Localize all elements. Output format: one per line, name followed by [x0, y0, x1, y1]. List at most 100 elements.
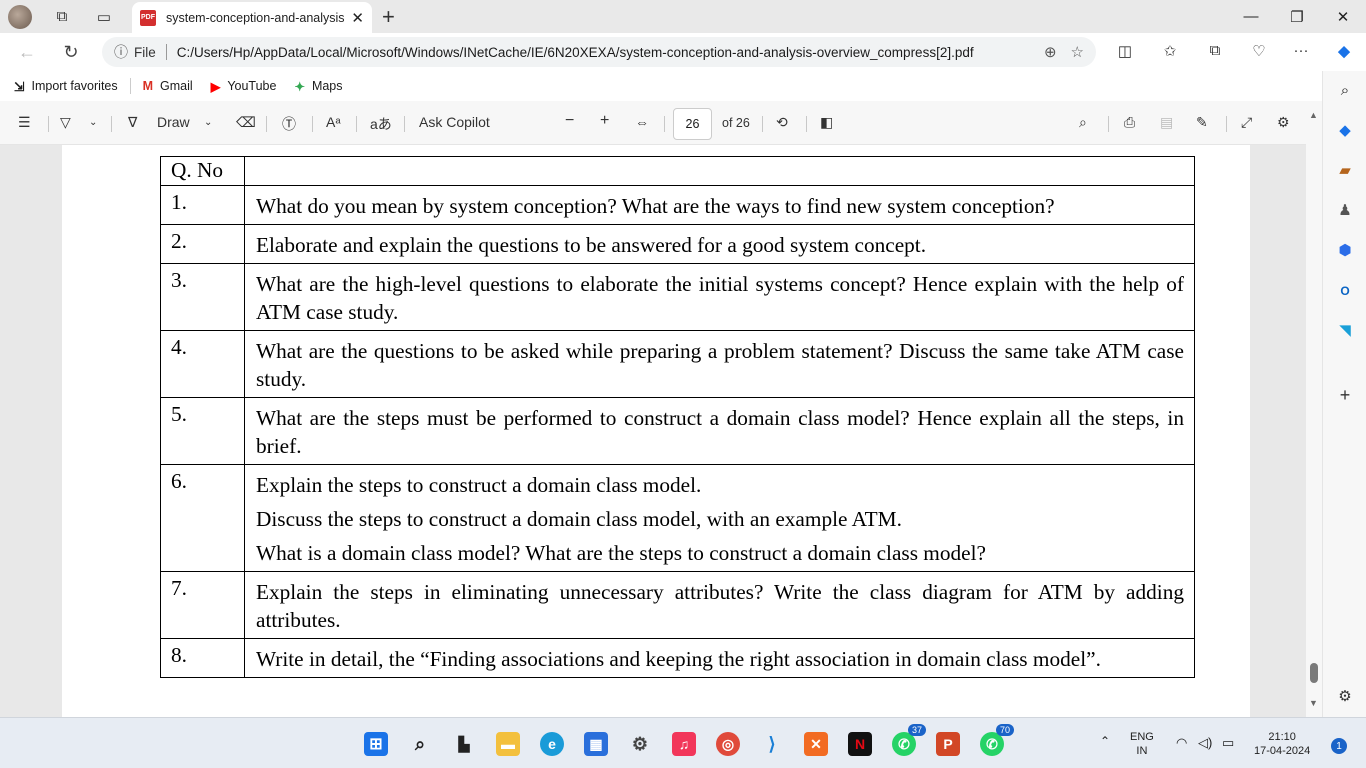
settings-app-icon[interactable]: ⚙ — [628, 732, 652, 756]
address-bar[interactable]: ⓘ File C:/Users/Hp/AppData/Local/Microso… — [102, 37, 1096, 67]
start-windows-icon[interactable]: ⊞ — [364, 732, 388, 756]
music-app-icon[interactable]: ♫ — [672, 732, 696, 756]
m365-icon[interactable]: ⬢ — [1335, 241, 1355, 261]
workspaces-icon[interactable]: ⧉ — [42, 0, 82, 33]
new-tab-icon[interactable]: + — [382, 4, 395, 30]
fullscreen-icon[interactable]: ⤢ — [1241, 114, 1252, 131]
page-number-input[interactable]: 26 — [673, 108, 712, 140]
scrollbar-track[interactable] — [1306, 101, 1322, 717]
add-text-icon[interactable]: Ⓣ — [282, 114, 296, 134]
gmail-icon: M — [142, 79, 154, 93]
draw-button[interactable]: Draw — [157, 114, 190, 130]
back-icon[interactable]: ← — [12, 39, 42, 65]
tray-overflow-icon[interactable]: ⌃ — [1100, 734, 1110, 748]
contents-icon[interactable]: ☰ — [18, 114, 31, 131]
favorite-gmail[interactable]: M Gmail — [143, 79, 193, 93]
language-indicator[interactable]: ENG IN — [1130, 730, 1154, 758]
sidebar-search-icon[interactable]: ⌕ — [1335, 81, 1355, 101]
minimize-icon[interactable]: — — [1228, 0, 1274, 33]
close-tab-icon[interactable]: ✕ — [351, 9, 364, 27]
ask-copilot-button[interactable]: Ask Copilot — [419, 114, 490, 130]
drop-icon[interactable]: ◥ — [1335, 321, 1355, 341]
window-close-icon[interactable]: ✕ — [1320, 0, 1366, 33]
page-view-icon[interactable]: ◧ — [820, 114, 833, 131]
active-tab[interactable]: PDF system-conception-and-analysis- ✕ — [132, 2, 372, 33]
draw-icon[interactable]: ∇ — [128, 114, 137, 131]
task-view-icon[interactable]: ▙ — [452, 732, 476, 756]
eraser-icon[interactable]: ⌫ — [236, 114, 256, 131]
restore-icon[interactable]: ❐ — [1274, 0, 1320, 33]
question-text: What is a domain class model? What are t… — [256, 541, 986, 565]
battery-icon[interactable]: ▭ — [1222, 736, 1234, 750]
shopping-tag-icon[interactable]: ◆ — [1335, 121, 1355, 141]
xampp-icon[interactable]: ✕ — [804, 732, 828, 756]
toolbar-separator — [312, 116, 313, 132]
netflix-icon[interactable]: N — [848, 732, 872, 756]
save-as-icon[interactable]: ✎ — [1196, 114, 1208, 131]
clock[interactable]: 21:10 17-04-2024 — [1254, 730, 1310, 758]
taskbar-search-icon[interactable]: ⌕ — [408, 732, 432, 756]
search-icon[interactable]: ⌕ — [1079, 114, 1087, 131]
whatsapp-secondary-icon[interactable]: ✆ 70 — [980, 724, 1014, 756]
question-number: 2. — [160, 224, 245, 264]
favorite-youtube[interactable]: ▶ YouTube — [211, 79, 277, 94]
pdf-toolbar: ☰ ▽ ⌄ ∇ Draw ⌄ ⌫ Ⓣ Aᵃ aあ Ask Copilot − +… — [0, 101, 1306, 145]
read-aloud-icon[interactable]: Aᵃ — [326, 114, 341, 130]
save-icon[interactable]: ▤ — [1160, 114, 1173, 131]
copilot-icon[interactable]: ◆ — [1332, 42, 1356, 60]
scroll-down-icon[interactable]: ▼ — [1309, 698, 1318, 708]
sidebar-settings-icon[interactable]: ⚙ — [1335, 687, 1355, 707]
refresh-icon[interactable]: ↻ — [56, 39, 86, 65]
scrollbar-thumb[interactable] — [1310, 663, 1318, 683]
scroll-up-icon[interactable]: ▲ — [1309, 110, 1318, 120]
tools-briefcase-icon[interactable]: ▰ — [1335, 161, 1355, 181]
clock-date: 17-04-2024 — [1254, 745, 1311, 757]
favorite-star-icon[interactable]: ☆ — [1071, 43, 1084, 61]
rotate-icon[interactable]: ⟲ — [776, 114, 788, 131]
print-icon[interactable]: ⎙ — [1124, 114, 1135, 131]
table-row: 3. What are the high-level questions to e… — [160, 263, 1195, 331]
question-text-cell: Explain the steps to construct a domain … — [244, 464, 1195, 572]
highlight-icon[interactable]: ▽ — [60, 114, 71, 131]
youtube-icon: ▶ — [210, 79, 221, 94]
zoom-icon[interactable]: ⊕ — [1044, 43, 1057, 61]
wifi-icon[interactable]: ◠ — [1176, 736, 1187, 750]
volume-icon[interactable]: ◁) — [1198, 736, 1212, 750]
collections-icon[interactable]: ⧉ — [1203, 42, 1227, 59]
games-icon[interactable]: ♟ — [1335, 201, 1355, 221]
powerpoint-icon[interactable]: P — [936, 732, 960, 756]
question-text: Discuss the steps to construct a domain … — [256, 507, 902, 531]
browser-essentials-icon[interactable]: ♡ — [1247, 42, 1271, 60]
add-sidebar-app-icon[interactable]: + — [1335, 385, 1355, 405]
settings-gear-icon[interactable]: ⚙ — [1277, 114, 1290, 131]
vscode-icon[interactable]: ⟩ — [760, 732, 784, 756]
pdf-viewer: Q. No 1. What do you mean by system conce… — [0, 145, 1306, 717]
question-number: 8. — [160, 638, 245, 678]
translate-icon[interactable]: aあ — [370, 114, 392, 134]
tab-actions-icon[interactable]: ▭ — [84, 0, 124, 33]
zoom-in-icon[interactable]: + — [600, 112, 609, 130]
whatsapp-icon[interactable]: ✆ 37 — [892, 724, 926, 756]
notification-badge[interactable]: 1 — [1331, 738, 1347, 754]
chrome-icon[interactable]: ◎ — [716, 732, 740, 756]
chevron-down-icon[interactable]: ⌄ — [204, 117, 212, 128]
microsoft-store-icon[interactable]: ▦ — [584, 732, 608, 756]
chevron-down-icon[interactable]: ⌄ — [89, 117, 97, 128]
split-screen-icon[interactable]: ◫ — [1113, 42, 1137, 60]
edge-browser-icon[interactable]: e — [540, 732, 564, 756]
zoom-out-icon[interactable]: − — [565, 112, 574, 130]
favorite-maps[interactable]: ✦ Maps — [294, 79, 342, 94]
favorite-label: YouTube — [227, 79, 277, 93]
url-text[interactable]: C:/Users/Hp/AppData/Local/Microsoft/Wind… — [177, 45, 1030, 60]
fit-width-icon[interactable]: ⇔ — [635, 114, 649, 130]
outlook-icon[interactable]: O — [1335, 281, 1355, 301]
profile-avatar[interactable] — [8, 4, 32, 29]
favorites-icon[interactable]: ✩ — [1158, 42, 1182, 60]
more-menu-icon[interactable]: ··· — [1289, 42, 1313, 59]
whatsapp-badge: 37 — [907, 724, 926, 736]
question-text-cell: What are the questions to be asked while… — [244, 330, 1195, 398]
file-explorer-icon[interactable]: ▬ — [496, 732, 520, 756]
favorite-import[interactable]: ⇲ Import favorites — [14, 79, 118, 94]
info-icon[interactable]: ⓘ — [114, 42, 128, 62]
toolbar-separator — [111, 116, 112, 132]
